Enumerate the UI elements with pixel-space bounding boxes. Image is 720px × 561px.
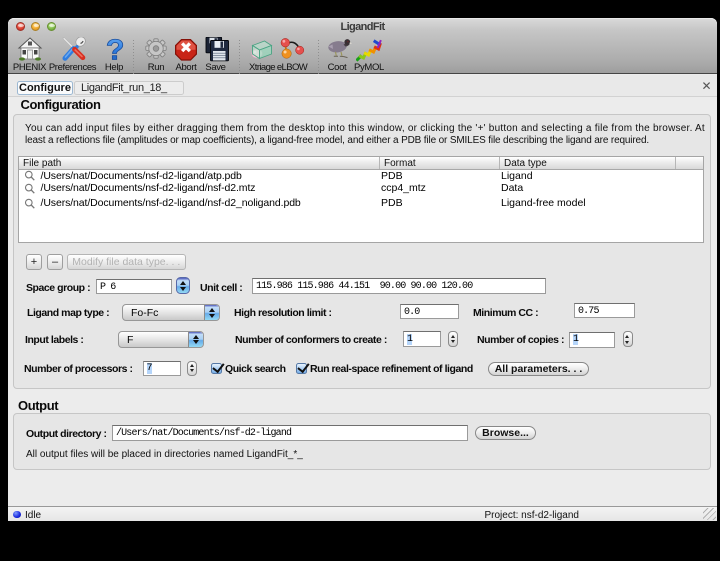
svg-text:?: ? <box>106 37 125 62</box>
